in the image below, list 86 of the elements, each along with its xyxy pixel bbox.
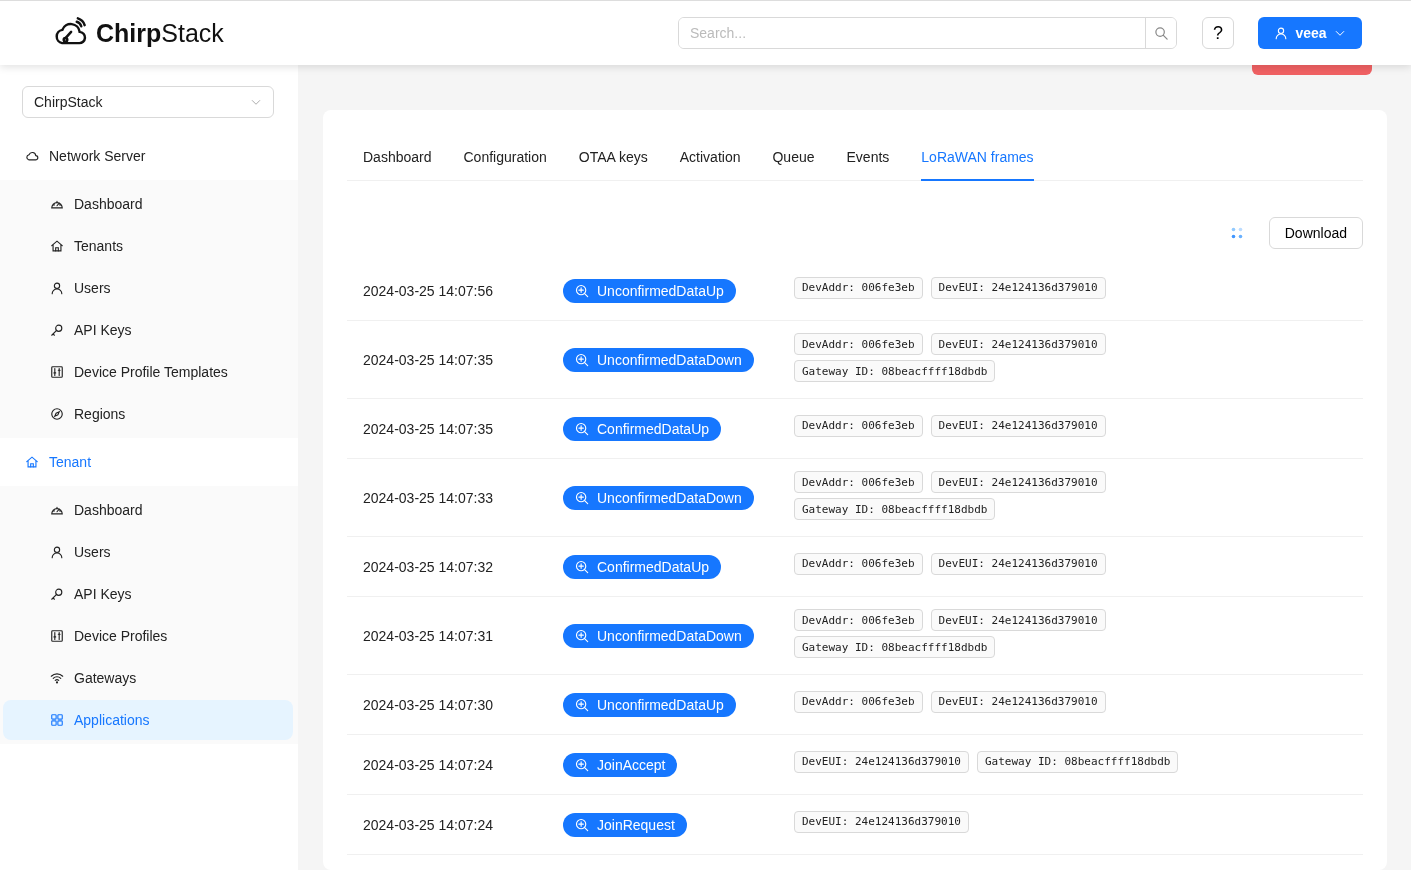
search-icon <box>1153 25 1169 41</box>
tab[interactable]: Queue <box>772 134 815 181</box>
menu-item[interactable]: Users <box>3 532 293 572</box>
compass-icon <box>50 407 64 421</box>
menu-item[interactable]: Applications <box>3 700 293 740</box>
tag: DevEUI: 24e124136d379010 <box>930 333 1106 355</box>
tag: DevEUI: 24e124136d379010 <box>930 609 1106 631</box>
zoom-in-icon <box>575 757 589 772</box>
tag: DevEUI: 24e124136d379010 <box>794 810 969 833</box>
tag: DevAddr: 006fe3eb <box>794 333 923 355</box>
user-icon <box>50 281 64 295</box>
timestamp: 2024-03-25 14:07:35 <box>362 420 494 437</box>
tag: DevAddr: 006fe3eb <box>794 276 923 299</box>
frame-type-button[interactable]: JoinRequest <box>563 812 687 837</box>
menu-item[interactable]: Gateways <box>3 658 293 698</box>
timestamp: 2024-03-25 14:07:33 <box>362 489 494 506</box>
tenant-select[interactable]: ChirpStack <box>22 86 274 118</box>
timestamp: 2024-03-25 14:07:56 <box>362 282 494 299</box>
tag: DevEUI: 24e124136d379010 <box>794 750 969 773</box>
zoom-in-icon <box>575 628 589 643</box>
frame-type-button[interactable]: UnconfirmedDataDown <box>563 485 754 510</box>
download-button[interactable]: Download <box>1268 217 1363 249</box>
zoom-in-icon <box>575 559 589 574</box>
zoom-in-icon <box>575 697 589 712</box>
key-icon <box>50 323 64 337</box>
tag: DevAddr: 006fe3eb <box>794 609 923 631</box>
tag: DevEUI: 24e124136d379010 <box>930 690 1106 713</box>
tag: Gateway ID: 08beacffff18dbdb <box>976 750 1179 773</box>
tab[interactable]: LoRaWAN frames <box>921 134 1034 181</box>
house-icon <box>50 239 64 253</box>
key-icon <box>50 587 64 601</box>
tag: DevAddr: 006fe3eb <box>794 471 923 493</box>
user-icon <box>50 545 64 559</box>
menu-item[interactable]: Regions <box>3 394 293 434</box>
menu-item[interactable]: Tenants <box>3 226 293 266</box>
tag: Gateway ID: 08beacffff18dbdb <box>794 636 996 658</box>
tab[interactable]: Configuration <box>463 134 547 181</box>
logo-text: ChirpStack <box>96 18 224 48</box>
menu-item[interactable]: Dashboard <box>3 184 293 224</box>
timestamp: 2024-03-25 14:07:24 <box>362 816 494 833</box>
frame-type-button[interactable]: ConfirmedDataUp <box>563 554 722 579</box>
menu-item[interactable]: Dashboard <box>3 490 293 530</box>
zoom-in-icon <box>575 421 589 436</box>
sliders-icon <box>50 365 64 379</box>
timestamp: 2024-03-25 14:07:32 <box>362 558 494 575</box>
cloud-icon <box>25 149 39 163</box>
user-menu-button[interactable]: veea <box>1258 17 1362 49</box>
frame-type-button[interactable]: UnconfirmedDataUp <box>563 278 736 303</box>
timestamp: 2024-03-25 14:07:24 <box>362 756 494 773</box>
zoom-in-icon <box>575 352 589 367</box>
tab[interactable]: Dashboard <box>363 134 432 181</box>
menu-item[interactable]: API Keys <box>3 310 293 350</box>
tag: DevEUI: 24e124136d379010 <box>930 552 1106 575</box>
tag: DevEUI: 24e124136d379010 <box>930 414 1106 437</box>
sliders-icon <box>50 629 64 643</box>
tag: DevEUI: 24e124136d379010 <box>930 471 1106 493</box>
house-icon <box>25 455 39 469</box>
timestamp: 2024-03-25 14:07:31 <box>362 627 494 644</box>
wifi-icon <box>50 671 64 685</box>
timestamp: 2024-03-25 14:07:30 <box>362 696 494 713</box>
user-icon <box>1274 26 1289 40</box>
search-button[interactable] <box>1145 18 1176 48</box>
zoom-in-icon <box>575 817 589 832</box>
frame-type-button[interactable]: UnconfirmedDataDown <box>563 623 754 648</box>
frame-type-button[interactable]: UnconfirmedDataUp <box>563 692 736 717</box>
tab[interactable]: Events <box>846 134 890 181</box>
zoom-in-icon <box>575 490 589 505</box>
tag: Gateway ID: 08beacffff18dbdb <box>794 360 996 382</box>
tag: DevAddr: 006fe3eb <box>794 414 923 437</box>
tag: DevAddr: 006fe3eb <box>794 552 923 575</box>
menu-item[interactable]: API Keys <box>3 574 293 614</box>
menu-item[interactable]: Users <box>3 268 293 308</box>
timestamp: 2024-03-25 14:07:35 <box>362 351 494 368</box>
tag: Gateway ID: 08beacffff18dbdb <box>794 498 996 520</box>
help-button[interactable]: ? <box>1202 17 1234 49</box>
tag: DevAddr: 006fe3eb <box>794 690 923 713</box>
grid-icon <box>50 713 64 727</box>
tab[interactable]: Activation <box>679 134 741 181</box>
frame-type-button[interactable]: JoinAccept <box>563 752 678 777</box>
tab[interactable]: OTAA keys <box>578 134 648 181</box>
zoom-in-icon <box>575 283 589 298</box>
tag: DevEUI: 24e124136d379010 <box>930 276 1106 299</box>
frame-type-button[interactable]: UnconfirmedDataDown <box>563 347 754 372</box>
menu-item[interactable]: Device Profiles <box>3 616 293 656</box>
menu-item[interactable]: Device Profile Templates <box>3 352 293 392</box>
frame-type-button[interactable]: ConfirmedDataUp <box>563 416 722 441</box>
